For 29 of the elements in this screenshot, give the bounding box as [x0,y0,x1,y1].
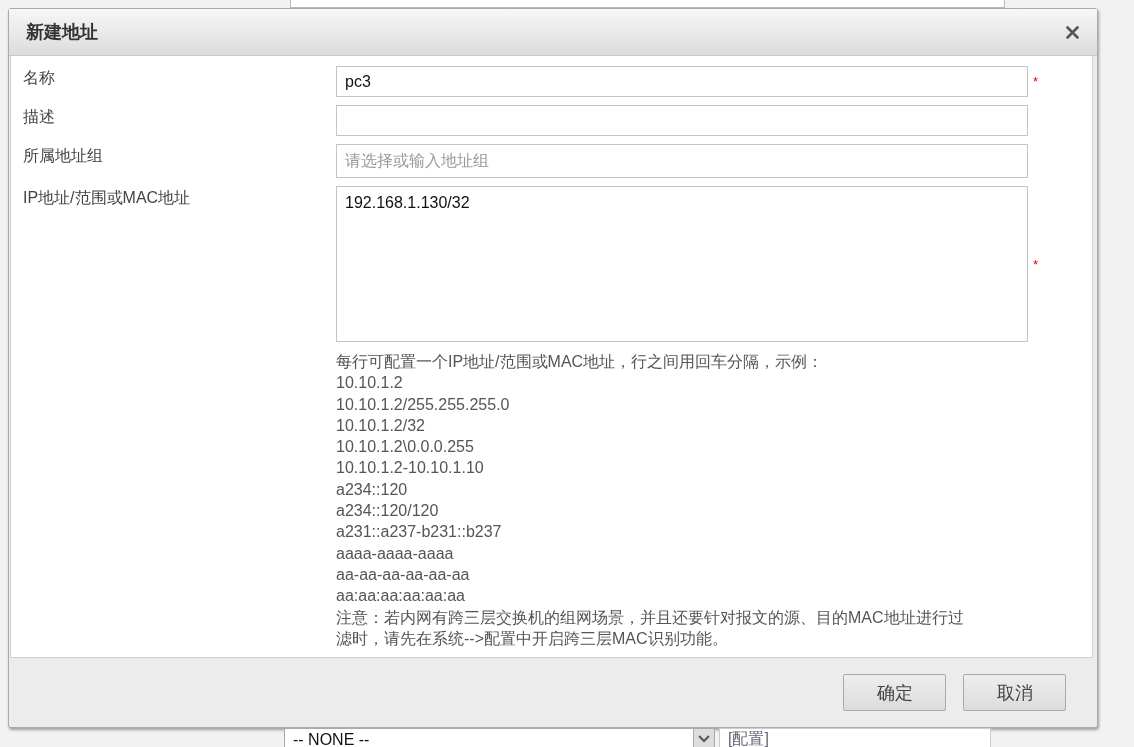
address-textarea[interactable]: 192.168.1.130/32 [336,186,1028,342]
example-text: 10.10.1.2-10.10.1.10 [336,458,485,479]
config-link[interactable]: [配置] [728,730,769,747]
confirm-button[interactable]: 确定 [843,674,946,711]
field-label: IP地址/范围或MAC地址 [22,188,192,208]
required-asterisk: * [1033,256,1040,272]
example-text: 10.10.1.2 [336,373,404,394]
example-text: aa-aa-aa-aa-aa-aa [336,564,471,585]
cancel-button[interactable]: 取消 [963,674,1066,711]
note-text: 注意：若内网有跨三层交换机的组网场景，并且还要针对报文的源、目的MAC地址进行过滤时，请先在系统-->配置中开启跨三层MAC识别功能。 [336,607,965,649]
address-group-combobox[interactable]: 请选择或输入地址组 [336,144,1028,178]
example-text: aaaa-aaaa-aaaa [336,543,455,564]
example-text: a234::120/120 [336,501,440,522]
field-label: 描述 [22,107,56,127]
help-text: 每行可配置一个IP地址/范围或MAC地址，行之间用回车分隔，示例： [336,352,825,372]
example-text: a234::120 [336,479,409,500]
field-label: 名称 [22,68,56,88]
close-icon[interactable] [1066,25,1079,39]
example-text: a231::a237-b231::b237 [336,522,503,543]
dialog-title: 新建地址 [26,21,98,44]
example-text: 10.10.1.2/255.255.255.0 [336,394,511,415]
example-text: aa:aa:aa:aa:aa:aa [336,586,466,607]
dropdown-select[interactable]: -- NONE -- [284,728,715,747]
text-input-field[interactable]: pc3 [336,66,1028,97]
text-input-field[interactable] [336,105,1028,136]
field-label: 所属地址组 [22,146,104,166]
example-text: 10.10.1.2/32 [336,415,426,436]
required-asterisk: * [1033,74,1040,89]
example-text: 10.10.1.2\0.0.0.255 [336,437,475,458]
